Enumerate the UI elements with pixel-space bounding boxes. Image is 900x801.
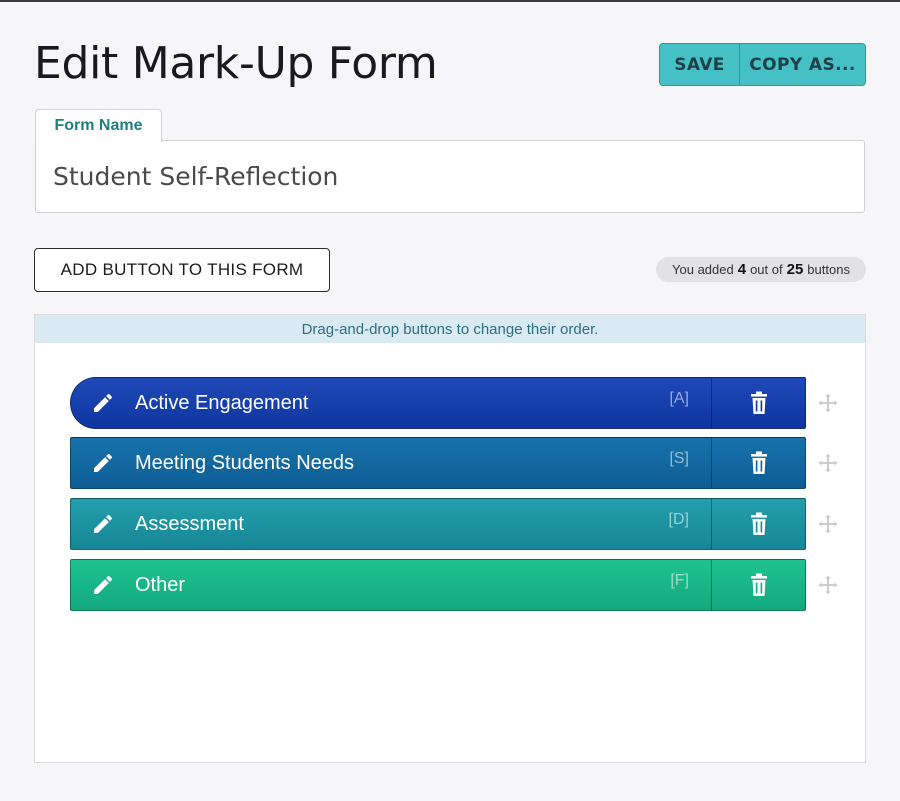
move-icon[interactable] <box>815 511 841 537</box>
shortcut-key: [D] <box>668 511 689 528</box>
trash-icon <box>750 512 767 535</box>
pencil-icon[interactable] <box>71 391 135 415</box>
counter-total: 25 <box>786 261 804 278</box>
markup-button-row: Other [F] <box>70 559 806 611</box>
copy-as-button[interactable]: COPY AS... <box>740 44 865 85</box>
move-icon[interactable] <box>815 390 841 416</box>
page-title: Edit Mark-Up Form <box>34 38 438 89</box>
markup-button-label: Meeting Students Needs <box>135 451 355 474</box>
form-name-input[interactable] <box>35 140 865 213</box>
shortcut-key: [A] <box>669 390 689 407</box>
markup-button[interactable]: Other [F] <box>71 560 711 610</box>
markup-button[interactable]: Active Engagement [A] <box>71 378 711 428</box>
counter-prefix: You added <box>672 262 734 277</box>
form-name-tab: Form Name <box>35 109 162 142</box>
markup-button-row: Assessment [D] <box>70 498 806 550</box>
header-button-group: SAVE COPY AS... <box>659 43 866 86</box>
pencil-icon[interactable] <box>71 573 135 597</box>
markup-button-label: Other <box>135 573 186 596</box>
drag-drop-hint: Drag-and-drop buttons to change their or… <box>35 315 865 343</box>
pencil-icon[interactable] <box>71 451 135 475</box>
markup-button-label: Assessment <box>135 512 244 535</box>
buttons-panel: Drag-and-drop buttons to change their or… <box>34 314 866 763</box>
trash-icon <box>750 391 767 414</box>
counter-added: 4 <box>737 261 747 278</box>
pencil-icon[interactable] <box>71 512 135 536</box>
shortcut-key: [S] <box>669 450 689 467</box>
move-icon[interactable] <box>815 572 841 598</box>
trash-icon <box>750 451 767 474</box>
save-button[interactable]: SAVE <box>660 44 740 85</box>
markup-button[interactable]: Meeting Students Needs [S] <box>71 438 711 488</box>
add-button-to-form-button[interactable]: ADD BUTTON TO THIS FORM <box>34 248 330 292</box>
markup-button-row: Meeting Students Needs [S] <box>70 437 806 489</box>
markup-button[interactable]: Assessment [D] <box>71 499 711 549</box>
delete-button[interactable] <box>711 438 805 488</box>
button-count-badge: You added 4 out of 25 buttons <box>656 257 866 282</box>
top-border <box>0 0 900 2</box>
counter-middle: out of <box>750 262 783 277</box>
delete-button[interactable] <box>711 499 805 549</box>
delete-button[interactable] <box>711 560 805 610</box>
markup-button-row: Active Engagement [A] <box>70 377 806 429</box>
markup-button-label: Active Engagement <box>135 391 309 414</box>
delete-button[interactable] <box>711 378 805 428</box>
counter-suffix: buttons <box>807 262 850 277</box>
move-icon[interactable] <box>815 450 841 476</box>
trash-icon <box>750 573 767 596</box>
shortcut-key: [F] <box>670 572 689 589</box>
